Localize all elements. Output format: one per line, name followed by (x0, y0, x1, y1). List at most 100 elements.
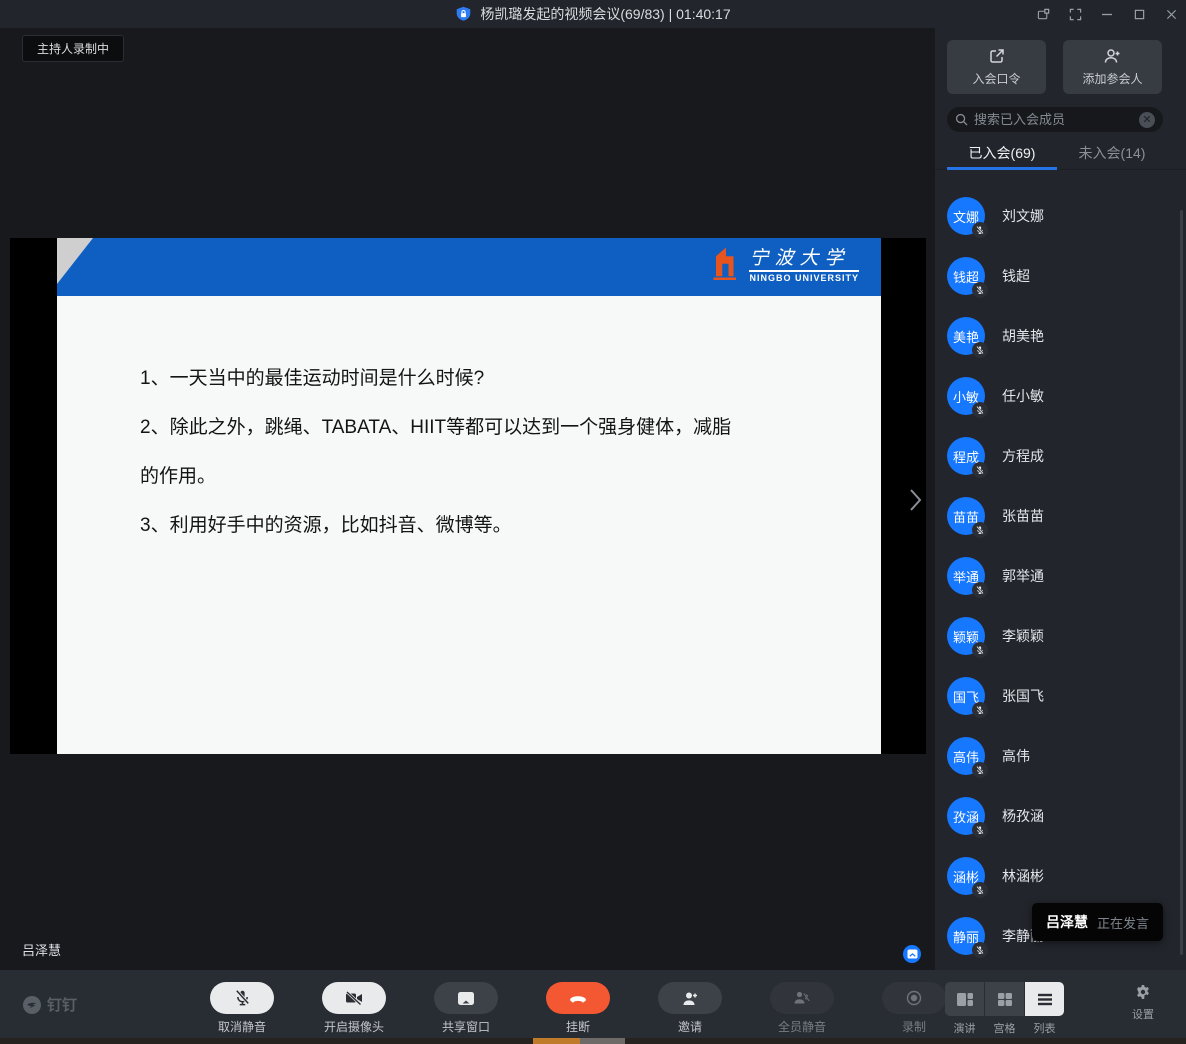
bottom-toolbar: 钉钉 取消静音 开启摄像头 共享窗口 (0, 970, 1186, 1038)
member-row[interactable]: 苗苗 张苗苗 (935, 486, 1186, 546)
record-icon (906, 990, 922, 1006)
member-name: 杨孜涵 (1002, 806, 1044, 826)
member-row[interactable]: 颖颖 李颖颖 (935, 606, 1186, 666)
external-link-icon (988, 47, 1006, 65)
minimize-button[interactable] (1100, 7, 1114, 21)
dingtalk-logo: 钉钉 (22, 994, 77, 1015)
search-box[interactable]: ✕ (947, 107, 1163, 132)
person-add-icon (1103, 47, 1122, 65)
share-window-button[interactable]: 共享窗口 (422, 982, 510, 1035)
member-name: 林涵彬 (1002, 866, 1044, 886)
view-speaker-button[interactable]: 演讲 (945, 982, 984, 1036)
search-input[interactable] (974, 112, 1133, 127)
member-row[interactable]: 小敏 任小敏 (935, 366, 1186, 426)
slide-header-band: 宁波大学 NINGBO UNIVERSITY (57, 238, 881, 296)
share-window-label: 共享窗口 (442, 1018, 490, 1035)
fullscreen-icon[interactable] (1068, 7, 1082, 21)
join-code-button[interactable]: 入会口令 (947, 40, 1046, 94)
speaking-name: 吕泽慧 (1046, 912, 1088, 932)
mic-muted-icon (972, 222, 988, 238)
member-row[interactable]: 程成 方程成 (935, 426, 1186, 486)
unmute-button[interactable]: 取消静音 (198, 982, 286, 1035)
avatar: 举通 (947, 557, 985, 595)
member-name: 张苗苗 (1002, 506, 1044, 526)
slide-fold-corner (57, 238, 93, 284)
member-row[interactable]: 涵彬 林涵彬 (935, 846, 1186, 906)
university-name-cn: 宁波大学 (749, 248, 849, 270)
screen-share-indicator-icon (903, 945, 921, 963)
invite-label: 邀请 (678, 1018, 702, 1035)
view-speaker-label: 演讲 (954, 1020, 976, 1036)
member-row[interactable]: 美艳 胡美艳 (935, 306, 1186, 366)
member-name: 钱超 (1002, 266, 1030, 286)
member-name: 张国飞 (1002, 686, 1044, 706)
member-name: 刘文娜 (1002, 206, 1044, 226)
add-participant-button[interactable]: 添加参会人 (1063, 40, 1162, 94)
dingtalk-logo-icon (22, 995, 42, 1015)
shared-screen-frame: 宁波大学 NINGBO UNIVERSITY 1、一天当中的最佳运动时间是什么时… (10, 238, 926, 754)
mic-muted-icon (972, 702, 988, 718)
maximize-button[interactable] (1132, 7, 1146, 21)
member-row[interactable]: 孜涵 杨孜涵 (935, 786, 1186, 846)
view-grid-label: 宫格 (994, 1020, 1016, 1036)
taskbar-orange-segment (533, 1038, 580, 1044)
participant-tabs: 已入会(69) 未入会(14) (935, 140, 1186, 170)
meeting-title: 杨凯璐发起的视频会议(69/83) | 01:40:17 (480, 4, 730, 24)
presentation-slide: 宁波大学 NINGBO UNIVERSITY 1、一天当中的最佳运动时间是什么时… (57, 238, 881, 754)
mic-muted-icon (972, 462, 988, 478)
mic-muted-icon (972, 342, 988, 358)
avatar: 高伟 (947, 737, 985, 775)
hangup-button[interactable]: 挂断 (534, 982, 622, 1035)
slide-line: 3、利用好手中的资源，比如抖音、微博等。 (140, 501, 841, 550)
university-logo: 宁波大学 NINGBO UNIVERSITY (711, 246, 859, 284)
taskbar-gray-segment (580, 1038, 625, 1044)
slide-text: 1、一天当中的最佳运动时间是什么时候? 2、除此之外，跳绳、TABATA、HII… (57, 296, 881, 550)
member-row[interactable]: 文娜 刘文娜 (935, 186, 1186, 246)
member-row[interactable]: 钱超 钱超 (935, 246, 1186, 306)
grid-view-icon (997, 992, 1013, 1007)
slide-line: 1、一天当中的最佳运动时间是什么时候? (140, 354, 841, 403)
member-row[interactable]: 高伟 高伟 (935, 726, 1186, 786)
share-window-icon (457, 991, 475, 1006)
avatar: 小敏 (947, 377, 985, 415)
view-grid-button[interactable]: 宫格 (985, 982, 1024, 1036)
member-row[interactable]: 国飞 张国飞 (935, 666, 1186, 726)
slide-line: 的作用。 (140, 452, 841, 501)
mute-all-button[interactable]: 全员静音 (758, 982, 846, 1035)
avatar: 孜涵 (947, 797, 985, 835)
settings-button[interactable]: 设置 (1132, 984, 1154, 1022)
next-page-chevron[interactable] (903, 480, 927, 520)
title-bar: 杨凯璐发起的视频会议(69/83) | 01:40:17 (0, 0, 1186, 28)
mic-muted-icon (972, 882, 988, 898)
participants-panel: 入会口令 添加参会人 ✕ 已入会(69) 未入会(14) 文娜 刘文娜 (935, 28, 1186, 970)
unmute-label: 取消静音 (218, 1018, 266, 1035)
avatar: 涵彬 (947, 857, 985, 895)
view-list-label: 列表 (1034, 1020, 1056, 1036)
camera-on-button[interactable]: 开启摄像头 (310, 982, 398, 1035)
member-row[interactable]: 举通 郭举通 (935, 546, 1186, 606)
hangup-phone-icon (568, 992, 588, 1004)
search-icon (955, 113, 968, 126)
close-button[interactable] (1164, 7, 1178, 21)
invite-button[interactable]: 邀请 (646, 982, 734, 1035)
avatar: 美艳 (947, 317, 985, 355)
member-name: 胡美艳 (1002, 326, 1044, 346)
dingtalk-logo-label: 钉钉 (47, 994, 77, 1015)
view-list-button[interactable]: 列表 (1025, 982, 1064, 1036)
avatar: 颖颖 (947, 617, 985, 655)
clear-search-icon[interactable]: ✕ (1139, 112, 1155, 128)
mic-muted-icon (972, 942, 988, 958)
mini-window-icon[interactable] (1036, 7, 1050, 21)
video-stage: 主持人录制中 宁波大学 NINGBO UNIVERSITY (0, 28, 935, 970)
scrollbar[interactable] (1180, 210, 1183, 955)
tab-joined[interactable]: 已入会(69) (947, 140, 1057, 169)
member-name: 方程成 (1002, 446, 1044, 466)
mic-muted-icon (972, 762, 988, 778)
current-speaker-label: 吕泽慧 (22, 940, 61, 959)
member-name: 李颖颖 (1002, 626, 1044, 646)
avatar: 苗苗 (947, 497, 985, 535)
avatar: 静丽 (947, 917, 985, 955)
tab-not-joined[interactable]: 未入会(14) (1057, 140, 1167, 169)
recording-badge: 主持人录制中 (22, 35, 124, 62)
mic-muted-icon (972, 582, 988, 598)
